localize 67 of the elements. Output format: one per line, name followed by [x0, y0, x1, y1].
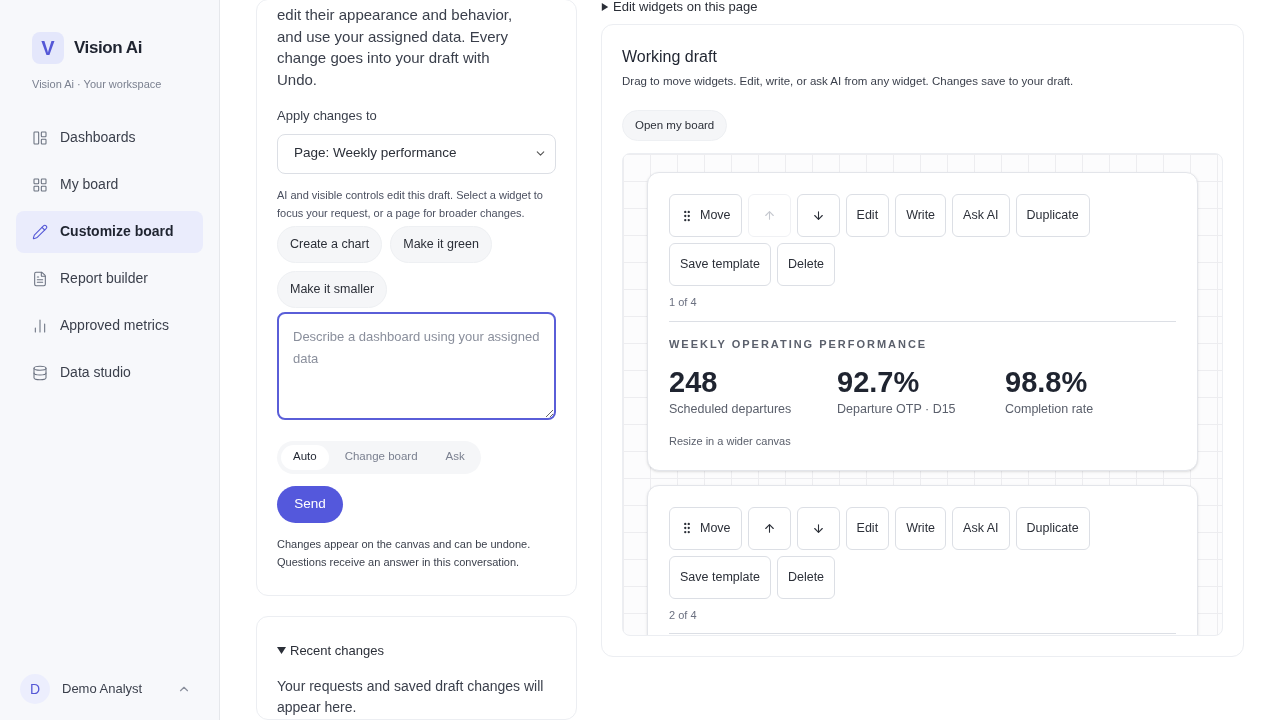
- open-board-button[interactable]: Open my board: [622, 110, 728, 142]
- document-icon: [32, 270, 48, 287]
- mode-tab[interactable]: Change board: [332, 444, 430, 470]
- widget-position: 1 of 4: [669, 295, 698, 311]
- scope-select[interactable]: Page: Weekly performance: [277, 133, 556, 174]
- widget-action-button[interactable]: Duplicate: [1015, 194, 1090, 238]
- suggestion-chip[interactable]: Make it green: [390, 225, 492, 263]
- bar-chart-icon: [32, 317, 48, 334]
- metric-label: Completion rate: [1005, 401, 1095, 419]
- metric-label: Departure OTP · D15: [837, 401, 957, 419]
- grid-icon: [32, 176, 48, 193]
- suggestion-chip[interactable]: Create a chart: [277, 225, 383, 263]
- logo-icon: V: [32, 32, 64, 64]
- suggestion-chip[interactable]: Make it smaller: [277, 270, 388, 308]
- widget-footnote: Resize in a wider canvas: [669, 434, 792, 449]
- move-button[interactable]: Move: [669, 194, 742, 238]
- arrow-down-icon: [811, 521, 825, 535]
- nav-item[interactable]: Approved metrics: [16, 304, 203, 347]
- brand-name: Vision Ai: [74, 37, 142, 60]
- move-down-button[interactable]: [796, 194, 840, 238]
- help-text: AI and visible controls edit this draft. Select a widget to focus your request, or a page for broader changes.: [277, 187, 544, 221]
- metric-label: Scheduled departures: [669, 401, 793, 419]
- layout-icon: [32, 129, 48, 146]
- nav-item[interactable]: Customize board: [16, 210, 203, 253]
- arrow-down-icon: [811, 209, 825, 223]
- apply-label: Apply changes to: [277, 107, 378, 125]
- widget-title: WEEKLY OPERATING PERFORMANCE: [669, 336, 929, 352]
- widget-action-button[interactable]: Write: [895, 506, 947, 550]
- mode-tab[interactable]: Ask: [433, 444, 477, 470]
- mode-tab[interactable]: Auto: [281, 444, 329, 470]
- prompt-field[interactable]: Describe a dashboard using your assigned data: [277, 311, 556, 420]
- nav-item[interactable]: Data studio: [16, 351, 203, 394]
- widget-position: 2 of 4: [669, 607, 698, 623]
- metric-value: 92.7%: [837, 365, 921, 401]
- widget-action-button[interactable]: Save template: [669, 243, 771, 287]
- edit-widgets-toggle[interactable]: Edit widgets on this page: [601, 0, 1244, 16]
- recent-changes-text: Your requests and saved draft changes will appear here.: [277, 677, 545, 717]
- widget-action-button[interactable]: Write: [895, 194, 947, 238]
- widget-action-button[interactable]: Edit: [845, 194, 890, 238]
- move-down-button[interactable]: [796, 506, 840, 550]
- user-avatar: D: [20, 674, 50, 704]
- widget-action-button[interactable]: Ask AI: [952, 506, 1010, 550]
- metric-value: 98.8%: [1005, 365, 1089, 401]
- metric-value: 248: [669, 365, 719, 401]
- move-up-button[interactable]: [747, 506, 791, 550]
- send-button[interactable]: Send: [277, 485, 343, 523]
- widget-action-button[interactable]: Edit: [845, 506, 890, 550]
- recent-changes-toggle[interactable]: Recent changes: [277, 640, 384, 660]
- widget-action-button[interactable]: Delete: [776, 243, 836, 287]
- widget-action-button[interactable]: Save template: [669, 555, 771, 599]
- arrow-up-icon: [762, 209, 776, 223]
- arrow-up-icon: [762, 521, 776, 535]
- pencil-icon: [32, 223, 48, 240]
- nav-item[interactable]: My board: [16, 163, 203, 206]
- nav-item[interactable]: Report builder: [16, 257, 203, 300]
- widget-action-button[interactable]: Delete: [776, 555, 836, 599]
- user-name: Demo Analyst: [62, 680, 143, 699]
- workspace-subtitle: Vision Ai · Your workspace: [31, 77, 163, 92]
- send-note: Changes appear on the canvas and can be undone. Questions receive an answer in this conversation.: [277, 536, 532, 570]
- widget-action-button[interactable]: Duplicate: [1015, 506, 1090, 550]
- move-button[interactable]: Move: [669, 506, 742, 550]
- widget-action-button[interactable]: Ask AI: [952, 194, 1010, 238]
- draft-title: Working draft: [622, 47, 718, 67]
- draft-description: Drag to move widgets. Edit, write, or ask AI from any widget. Changes save to your draft.: [622, 74, 1075, 89]
- nav-item[interactable]: Dashboards: [16, 116, 203, 159]
- database-icon: [32, 364, 48, 381]
- intro-text: edit their appearance and behavior, and use your assigned data. Every change goes into your draft with Undo.: [277, 5, 514, 90]
